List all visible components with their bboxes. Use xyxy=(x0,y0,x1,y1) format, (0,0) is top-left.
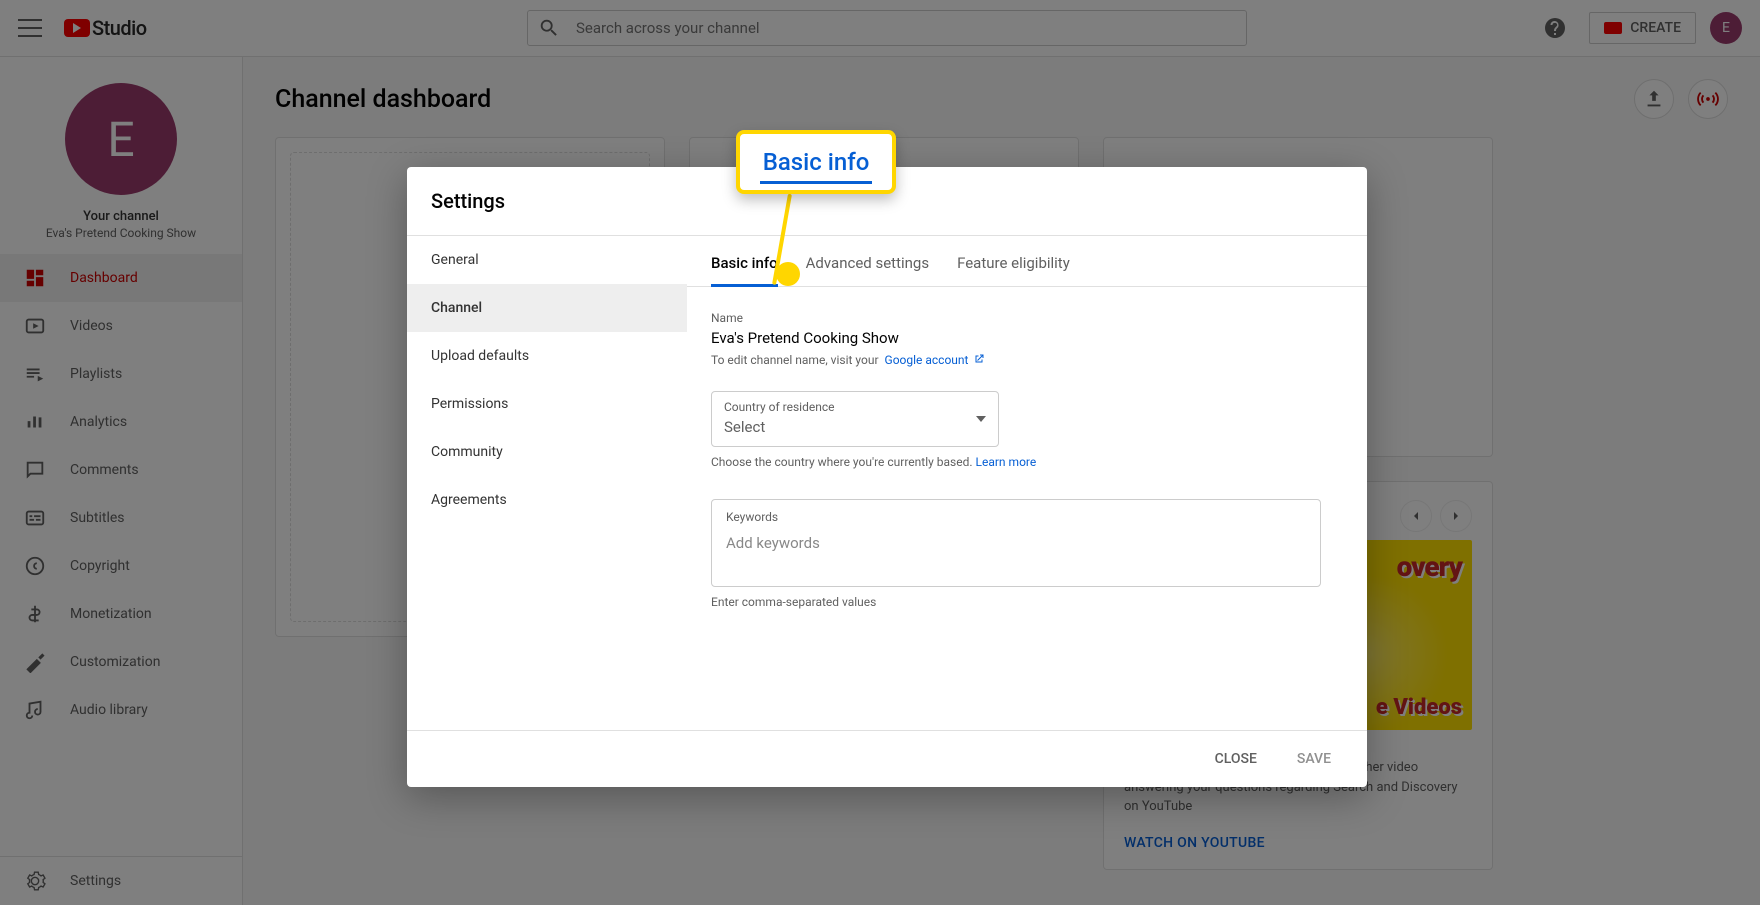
country-select-label: Country of residence xyxy=(724,400,986,414)
tab-advanced-settings[interactable]: Advanced settings xyxy=(806,236,929,286)
name-field-value: Eva's Pretend Cooking Show xyxy=(711,329,1343,347)
callout-pointer-dot xyxy=(776,262,800,286)
chevron-down-icon xyxy=(976,416,986,422)
close-button[interactable]: CLOSE xyxy=(1199,743,1273,775)
dialog-nav-agreements[interactable]: Agreements xyxy=(407,476,687,524)
dialog-nav-general[interactable]: General xyxy=(407,236,687,284)
callout-label: Basic info xyxy=(763,148,870,176)
keywords-placeholder: Add keywords xyxy=(726,534,1306,552)
keywords-helper: Enter comma-separated values xyxy=(711,595,1343,609)
name-field-label: Name xyxy=(711,311,1343,325)
basic-info-pane: Name Eva's Pretend Cooking Show To edit … xyxy=(687,287,1367,633)
keywords-label: Keywords xyxy=(726,510,1306,524)
open-external-icon xyxy=(973,353,985,365)
tab-basic-info[interactable]: Basic info xyxy=(711,236,778,286)
google-account-link[interactable]: Google account xyxy=(885,353,986,367)
dialog-body: General Channel Upload defaults Permissi… xyxy=(407,235,1367,731)
country-helper: Choose the country where you're currentl… xyxy=(711,455,1343,469)
save-button[interactable]: SAVE xyxy=(1281,743,1347,775)
dialog-actions: CLOSE SAVE xyxy=(407,731,1367,787)
learn-more-link[interactable]: Learn more xyxy=(976,455,1037,469)
edit-note-text: To edit channel name, visit your xyxy=(711,353,879,367)
country-select[interactable]: Country of residence Select xyxy=(711,391,999,447)
country-helper-text: Choose the country where you're currentl… xyxy=(711,455,973,469)
settings-dialog: Settings General Channel Upload defaults… xyxy=(407,167,1367,787)
country-select-value: Select xyxy=(724,418,986,436)
dialog-nav-community[interactable]: Community xyxy=(407,428,687,476)
tab-feature-eligibility[interactable]: Feature eligibility xyxy=(957,236,1070,286)
dialog-nav: General Channel Upload defaults Permissi… xyxy=(407,236,687,730)
callout-basic-info: Basic info xyxy=(736,130,896,194)
dialog-nav-upload-defaults[interactable]: Upload defaults xyxy=(407,332,687,380)
dialog-nav-channel[interactable]: Channel xyxy=(407,284,687,332)
keywords-field[interactable]: Keywords Add keywords xyxy=(711,499,1321,587)
dialog-nav-permissions[interactable]: Permissions xyxy=(407,380,687,428)
dialog-content: Basic info Advanced settings Feature eli… xyxy=(687,236,1367,730)
edit-name-note: To edit channel name, visit your Google … xyxy=(711,353,1343,367)
